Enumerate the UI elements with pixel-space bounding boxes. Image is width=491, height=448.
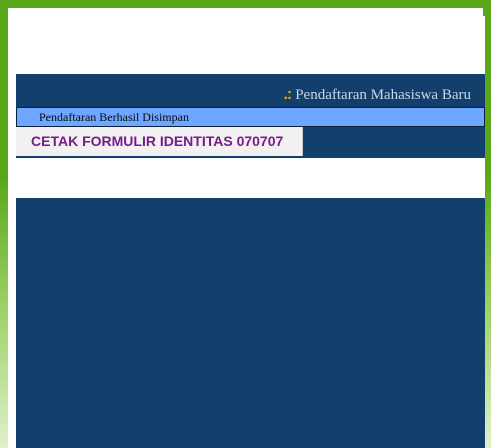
bullet-dots-icon: .: — [283, 86, 292, 103]
status-bar: Pendaftaran Berhasil Disimpan — [16, 107, 485, 127]
status-message: Pendaftaran Berhasil Disimpan — [39, 110, 189, 124]
content-area — [16, 198, 485, 448]
main-panel: .: Pendaftaran Mahasiswa Baru Pendaftara… — [16, 16, 485, 448]
page-title-text: Pendaftaran Mahasiswa Baru — [295, 86, 471, 103]
header-band: .: Pendaftaran Mahasiswa Baru Pendaftara… — [16, 74, 485, 158]
page-title: .: Pendaftaran Mahasiswa Baru — [283, 86, 471, 104]
print-form-button[interactable]: CETAK FORMULIR IDENTITAS 070707 — [16, 127, 303, 156]
spacer — [16, 158, 485, 198]
